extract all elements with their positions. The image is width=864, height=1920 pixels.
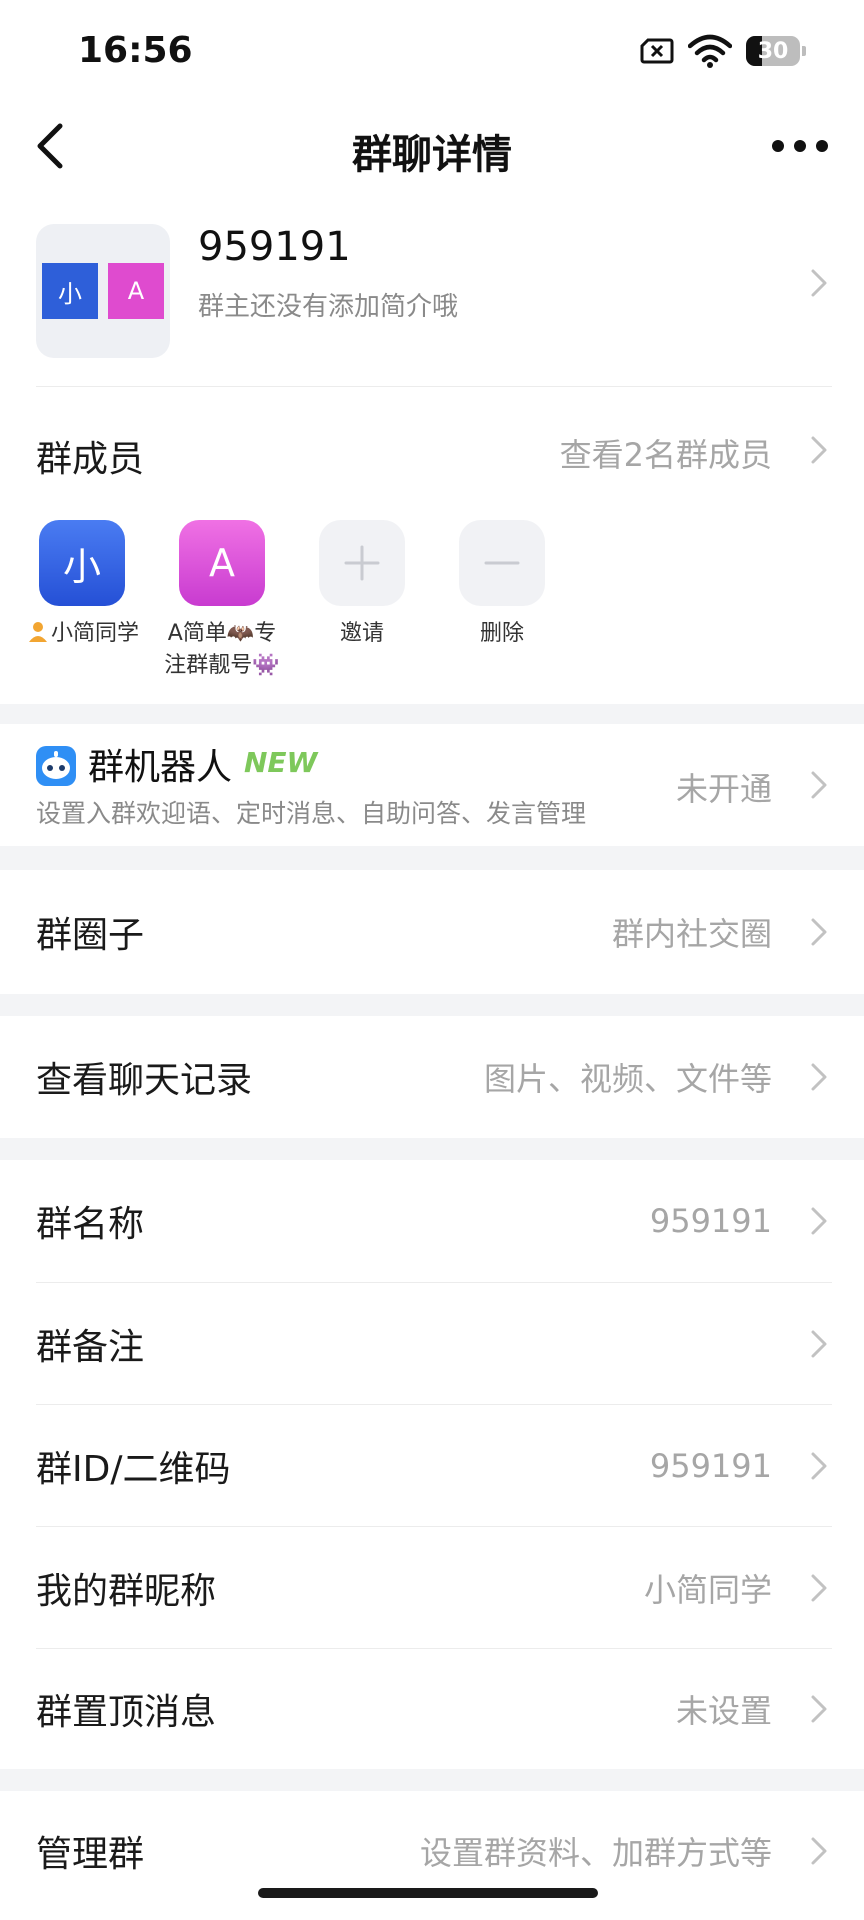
row-label: 我的群昵称 xyxy=(36,1571,217,1612)
row-label: 管理群 xyxy=(36,1834,145,1875)
members-row[interactable]: 群成员 查看2名群成员 xyxy=(0,410,864,490)
row-value: 959191 xyxy=(649,1202,772,1240)
group-id-qrcode-row[interactable]: 群ID/二维码 959191 xyxy=(0,1405,864,1527)
robot-status: 未开通 xyxy=(675,770,772,808)
group-avatar-member-2: A xyxy=(108,263,164,319)
row-value: 群内社交圈 xyxy=(611,915,772,953)
nav-bar: 群聊详情 xyxy=(0,100,864,192)
member-avatar: A xyxy=(179,520,265,606)
invite-label: 邀请 xyxy=(339,621,384,646)
members-view-all: 查看2名群成员 xyxy=(559,436,772,474)
remove-member-button[interactable]: 删除 xyxy=(432,520,572,650)
group-name: 959191 xyxy=(198,224,351,270)
invite-member-button[interactable]: 邀请 xyxy=(292,520,432,650)
member-name: A简单🦇专 注群靓号👾 xyxy=(164,621,280,678)
remove-label: 删除 xyxy=(479,621,524,646)
battery-tip xyxy=(802,46,806,56)
member-item[interactable]: 小 小简同学 xyxy=(12,520,152,650)
battery-indicator: 30 xyxy=(746,36,800,66)
chevron-right-icon xyxy=(811,1330,827,1358)
members-label: 群成员 xyxy=(36,439,145,480)
row-value: 959191 xyxy=(649,1447,772,1485)
group-remark-row[interactable]: 群备注 xyxy=(0,1283,864,1405)
new-badge: NEW xyxy=(244,746,318,779)
member-grid: 小 小简同学 A A简单🦇专 注群靓号👾 邀请 删除 xyxy=(0,520,864,680)
chevron-right-icon xyxy=(811,269,827,297)
status-icons: 30 xyxy=(640,34,806,68)
chevron-right-icon xyxy=(811,1574,827,1602)
group-intro: 群主还没有添加简介哦 xyxy=(198,292,459,322)
chevron-right-icon xyxy=(811,1837,827,1865)
owner-icon xyxy=(28,622,47,642)
group-avatar-member-1: 小 xyxy=(42,263,98,319)
chevron-right-icon xyxy=(811,1207,827,1235)
section-gap xyxy=(0,846,864,870)
plus-icon xyxy=(319,520,405,606)
robot-title: 群机器人 xyxy=(88,747,233,788)
row-value: 设置群资料、加群方式等 xyxy=(419,1834,772,1872)
chevron-right-icon xyxy=(811,918,827,946)
wifi-icon xyxy=(688,34,732,68)
robot-icon xyxy=(36,746,76,786)
robot-description: 设置入群欢迎语、定时消息、自助问答、发言管理 xyxy=(36,799,587,828)
group-circle-row[interactable]: 群圈子 群内社交圈 xyxy=(0,870,864,994)
home-indicator[interactable] xyxy=(258,1888,598,1898)
page-title: 群聊详情 xyxy=(352,132,512,178)
section-gap xyxy=(0,1769,864,1791)
row-label: 群ID/二维码 xyxy=(36,1449,231,1490)
minus-icon xyxy=(459,520,545,606)
chat-history-row[interactable]: 查看聊天记录 图片、视频、文件等 xyxy=(0,1016,864,1138)
group-name-row[interactable]: 群名称 959191 xyxy=(0,1160,864,1282)
pinned-message-row[interactable]: 群置顶消息 未设置 xyxy=(0,1649,864,1769)
row-label: 群圈子 xyxy=(36,915,145,956)
battery-level: 30 xyxy=(757,38,789,64)
section-gap xyxy=(0,1138,864,1160)
no-sim-icon xyxy=(640,38,674,64)
divider xyxy=(36,386,832,387)
row-label: 查看聊天记录 xyxy=(36,1060,253,1101)
chevron-right-icon xyxy=(811,1695,827,1723)
chevron-right-icon xyxy=(811,1063,827,1091)
group-avatar: 小 A xyxy=(36,224,170,358)
status-time: 16:56 xyxy=(78,30,193,71)
chevron-right-icon xyxy=(811,436,827,464)
my-group-nickname-row[interactable]: 我的群昵称 小简同学 xyxy=(0,1527,864,1649)
row-value: 小简同学 xyxy=(643,1571,772,1609)
chevron-right-icon xyxy=(811,1452,827,1480)
row-label: 群备注 xyxy=(36,1327,145,1368)
row-label: 群置顶消息 xyxy=(36,1692,217,1733)
status-bar: 16:56 30 xyxy=(0,0,864,100)
section-gap xyxy=(0,704,864,724)
group-profile-card[interactable]: 小 A 959191 群主还没有添加简介哦 xyxy=(0,210,864,386)
more-icon[interactable] xyxy=(770,122,830,170)
member-avatar: 小 xyxy=(39,520,125,606)
section-gap xyxy=(0,994,864,1016)
row-label: 群名称 xyxy=(36,1204,145,1245)
group-robot-row[interactable]: 群机器人 NEW 设置入群欢迎语、定时消息、自助问答、发言管理 未开通 xyxy=(0,724,864,846)
chevron-right-icon xyxy=(811,771,827,799)
member-name: 小简同学 xyxy=(12,618,152,650)
member-item[interactable]: A A简单🦇专 注群靓号👾 xyxy=(152,520,292,682)
row-value: 图片、视频、文件等 xyxy=(483,1060,772,1098)
row-value: 未设置 xyxy=(675,1692,772,1730)
